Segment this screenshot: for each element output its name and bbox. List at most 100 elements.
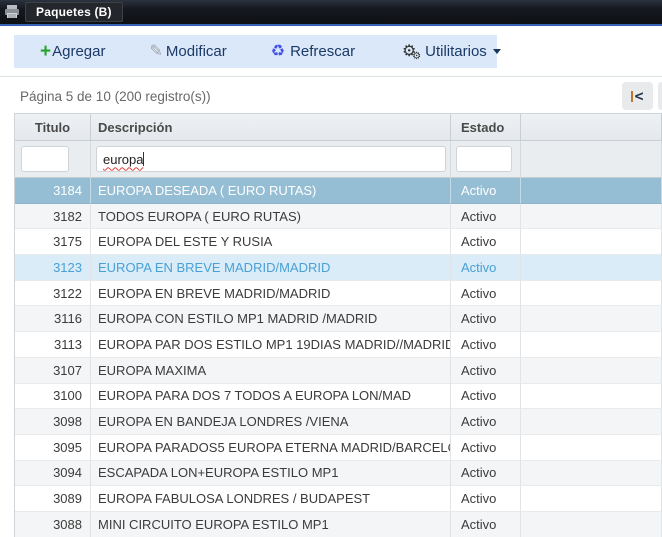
cell-filler bbox=[521, 306, 662, 332]
table-row[interactable]: 3088 MINI CIRCUITO EUROPA ESTILO MP1 Act… bbox=[15, 512, 662, 537]
cell-filler bbox=[521, 281, 662, 307]
cell-descripcion: MINI CIRCUITO EUROPA ESTILO MP1 bbox=[91, 512, 451, 537]
cell-filler bbox=[521, 409, 662, 435]
grid-filter-row: europa bbox=[15, 141, 662, 178]
table-row[interactable]: 3089 EUROPA FABULOSA LONDRES / BUDAPEST … bbox=[15, 486, 662, 512]
cell-descripcion: EUROPA FABULOSA LONDRES / BUDAPEST bbox=[91, 486, 451, 512]
app-window: Paquetes (B) + Agregar ✎ Modificar ♻ Ref… bbox=[0, 0, 662, 537]
pencil-icon: ✎ bbox=[149, 44, 162, 60]
estado-filter-input[interactable] bbox=[456, 146, 512, 172]
cell-estado: Activo bbox=[451, 255, 521, 281]
descripcion-filter-input[interactable]: europa bbox=[96, 146, 446, 172]
cell-titulo: 3123 bbox=[15, 255, 91, 281]
cell-filler bbox=[521, 435, 662, 461]
table-row[interactable]: 3095 EUROPA PARADOS5 EUROPA ETERNA MADRI… bbox=[15, 435, 662, 461]
cell-estado: Activo bbox=[451, 281, 521, 307]
cell-descripcion: TODOS EUROPA ( EURO RUTAS) bbox=[91, 204, 451, 230]
caret-down-icon bbox=[493, 49, 501, 54]
cell-titulo: 3184 bbox=[15, 178, 91, 204]
table-row[interactable]: 3107 EUROPA MAXIMA Activo bbox=[15, 358, 662, 384]
table-row[interactable]: 3175 EUROPA DEL ESTE Y RUSIA Activo bbox=[15, 229, 662, 255]
cell-descripcion: EUROPA CON ESTILO MP1 MADRID /MADRID bbox=[91, 306, 451, 332]
agregar-button[interactable]: + Agregar bbox=[40, 42, 105, 61]
cell-descripcion: EUROPA PARA DOS 7 TODOS A EUROPA LON/MAD bbox=[91, 384, 451, 410]
grid-body: 3184 EUROPA DESEADA ( EURO RUTAS) Activo… bbox=[15, 178, 662, 537]
table-row[interactable]: 3098 EUROPA EN BANDEJA LONDRES /VIENA Ac… bbox=[15, 409, 662, 435]
utilitarios-dropdown-button[interactable]: ⚙⚙ Utilitarios bbox=[399, 43, 501, 60]
recycle-icon: ♻ bbox=[271, 44, 285, 60]
cell-estado: Activo bbox=[451, 512, 521, 537]
cell-titulo: 3182 bbox=[15, 204, 91, 230]
cell-titulo: 3116 bbox=[15, 306, 91, 332]
cell-estado: Activo bbox=[451, 332, 521, 358]
cell-estado: Activo bbox=[451, 461, 521, 487]
cell-estado: Activo bbox=[451, 358, 521, 384]
panel-divider bbox=[0, 76, 662, 77]
table-row[interactable]: 3113 EUROPA PAR DOS ESTILO MP1 19DIAS MA… bbox=[15, 332, 662, 358]
refrescar-label: Refrescar bbox=[290, 43, 355, 60]
cell-descripcion: EUROPA DEL ESTE Y RUSIA bbox=[91, 229, 451, 255]
first-page-icon bbox=[631, 91, 633, 102]
table-row[interactable]: 3094 ESCAPADA LON+EUROPA ESTILO MP1 Acti… bbox=[15, 461, 662, 487]
column-header-descripcion[interactable]: Descripción bbox=[91, 114, 451, 141]
table-row[interactable]: 3122 EUROPA EN BREVE MADRID/MADRID Activ… bbox=[15, 281, 662, 307]
window-title: Paquetes (B) bbox=[36, 5, 112, 19]
cell-filler bbox=[521, 255, 662, 281]
cell-descripcion: EUROPA EN BREVE MADRID/MADRID bbox=[91, 255, 451, 281]
column-header-filler bbox=[521, 114, 662, 141]
text-cursor bbox=[143, 152, 144, 166]
cell-filler bbox=[521, 178, 662, 204]
cell-estado: Activo bbox=[451, 486, 521, 512]
gears-icon: ⚙⚙ bbox=[399, 44, 419, 60]
cell-descripcion: EUROPA DESEADA ( EURO RUTAS) bbox=[91, 178, 451, 204]
cell-filler bbox=[521, 204, 662, 230]
refrescar-button[interactable]: ♻ Refrescar bbox=[271, 43, 355, 60]
cell-descripcion: EUROPA EN BANDEJA LONDRES /VIENA bbox=[91, 409, 451, 435]
titulo-filter-input[interactable] bbox=[21, 146, 69, 172]
cell-filler bbox=[521, 229, 662, 255]
first-page-button[interactable]: < bbox=[622, 82, 653, 110]
cell-estado: Activo bbox=[451, 178, 521, 204]
cell-titulo: 3094 bbox=[15, 461, 91, 487]
toolbar: + Agregar ✎ Modificar ♻ Refrescar ⚙⚙ Uti… bbox=[14, 35, 497, 68]
cell-filler bbox=[521, 512, 662, 537]
table-row[interactable]: 3182 TODOS EUROPA ( EURO RUTAS) Activo bbox=[15, 204, 662, 230]
grid-header-row: Titulo Descripción Estado bbox=[15, 114, 662, 141]
modificar-label: Modificar bbox=[166, 43, 227, 60]
utilitarios-label: Utilitarios bbox=[425, 43, 487, 60]
table-row[interactable]: 3100 EUROPA PARA DOS 7 TODOS A EUROPA LO… bbox=[15, 384, 662, 410]
cell-filler bbox=[521, 461, 662, 487]
cell-titulo: 3122 bbox=[15, 281, 91, 307]
cell-estado: Activo bbox=[451, 409, 521, 435]
data-grid: Titulo Descripción Estado europa 3184 EU… bbox=[14, 113, 662, 537]
cell-estado: Activo bbox=[451, 306, 521, 332]
table-row[interactable]: 3184 EUROPA DESEADA ( EURO RUTAS) Activo bbox=[15, 178, 662, 204]
cell-estado: Activo bbox=[451, 435, 521, 461]
cell-titulo: 3107 bbox=[15, 358, 91, 384]
cell-titulo: 3100 bbox=[15, 384, 91, 410]
cell-filler bbox=[521, 384, 662, 410]
column-header-titulo[interactable]: Titulo bbox=[15, 114, 91, 141]
cell-titulo: 3089 bbox=[15, 486, 91, 512]
column-header-estado[interactable]: Estado bbox=[451, 114, 521, 141]
cell-filler bbox=[521, 358, 662, 384]
cell-descripcion: EUROPA MAXIMA bbox=[91, 358, 451, 384]
table-row[interactable]: 3116 EUROPA CON ESTILO MP1 MADRID /MADRI… bbox=[15, 306, 662, 332]
pagination-status: Página 5 de 10 (200 registro(s)) bbox=[20, 89, 211, 104]
descripcion-filter-value: europa bbox=[103, 152, 143, 167]
cell-descripcion: EUROPA EN BREVE MADRID/MADRID bbox=[91, 281, 451, 307]
table-row[interactable]: 3123 EUROPA EN BREVE MADRID/MADRID Activ… bbox=[15, 255, 662, 281]
cell-descripcion: EUROPA PARADOS5 EUROPA ETERNA MADRID/BAR… bbox=[91, 435, 451, 461]
cell-titulo: 3095 bbox=[15, 435, 91, 461]
cell-estado: Activo bbox=[451, 204, 521, 230]
modificar-button[interactable]: ✎ Modificar bbox=[149, 43, 226, 60]
window-tab[interactable]: Paquetes (B) bbox=[25, 2, 123, 22]
cell-descripcion: ESCAPADA LON+EUROPA ESTILO MP1 bbox=[91, 461, 451, 487]
printer-icon bbox=[4, 5, 20, 19]
cell-titulo: 3175 bbox=[15, 229, 91, 255]
cell-filler bbox=[521, 486, 662, 512]
prev-page-button[interactable]: < bbox=[658, 82, 662, 110]
cell-estado: Activo bbox=[451, 229, 521, 255]
cell-estado: Activo bbox=[451, 384, 521, 410]
plus-icon: + bbox=[40, 42, 51, 61]
